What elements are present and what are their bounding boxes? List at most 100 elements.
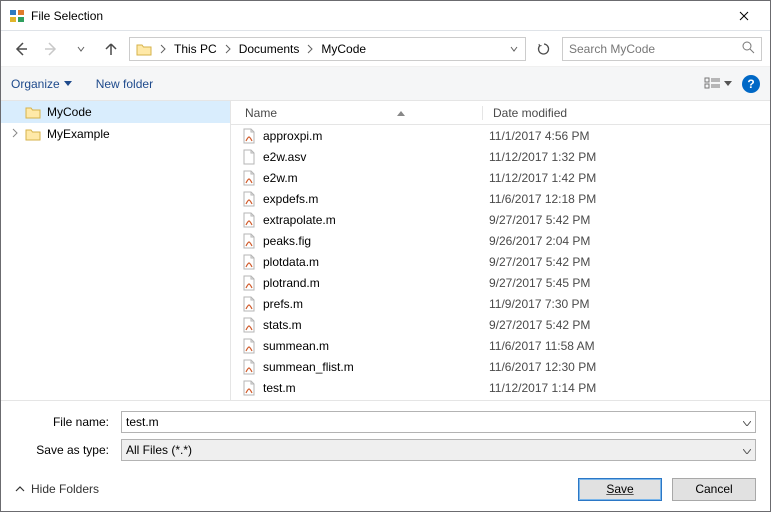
file-name: stats.m — [263, 318, 489, 332]
file-date: 11/12/2017 1:32 PM — [489, 150, 770, 164]
file-icon — [241, 338, 257, 354]
file-date: 9/27/2017 5:42 PM — [489, 213, 770, 227]
file-dialog: File Selection This PC — [0, 0, 771, 512]
file-icon — [241, 317, 257, 333]
search-box[interactable] — [562, 37, 762, 61]
breadcrumb-dropdown[interactable] — [505, 39, 523, 59]
filename-field[interactable] — [121, 411, 756, 433]
up-button[interactable] — [99, 37, 123, 61]
file-date: 11/6/2017 11:58 AM — [489, 339, 770, 353]
back-button[interactable] — [9, 37, 33, 61]
header-name[interactable]: Name — [231, 106, 483, 120]
filename-input[interactable] — [126, 415, 743, 429]
list-item[interactable]: e2w.m11/12/2017 1:42 PM — [231, 167, 770, 188]
save-button[interactable]: Save — [578, 478, 662, 501]
list-item[interactable]: plotrand.m9/27/2017 5:45 PM — [231, 272, 770, 293]
forward-button[interactable] — [39, 37, 63, 61]
list-item[interactable]: summean_flist.m11/6/2017 12:30 PM — [231, 356, 770, 377]
file-date: 11/12/2017 1:14 PM — [489, 381, 770, 395]
file-icon — [241, 212, 257, 228]
crumb-documents[interactable]: Documents — [235, 38, 304, 60]
file-icon — [241, 254, 257, 270]
file-list: Name Date modified approxpi.m11/1/2017 4… — [231, 101, 770, 400]
chevron-down-icon[interactable] — [743, 415, 751, 429]
list-item[interactable]: peaks.fig9/26/2017 2:04 PM — [231, 230, 770, 251]
close-button[interactable] — [724, 5, 764, 27]
save-fields: File name: Save as type: All Files (*.*) — [1, 401, 770, 467]
file-name: extrapolate.m — [263, 213, 489, 227]
file-date: 11/9/2017 7:30 PM — [489, 297, 770, 311]
file-icon — [241, 170, 257, 186]
folder-icon — [25, 105, 41, 119]
file-icon — [241, 275, 257, 291]
file-name: e2w.asv — [263, 150, 489, 164]
cancel-button[interactable]: Cancel — [672, 478, 756, 501]
list-item[interactable]: plotdata.m9/27/2017 5:42 PM — [231, 251, 770, 272]
breadcrumb[interactable]: This PC Documents MyCode — [129, 37, 526, 61]
footer: Hide Folders Save Cancel — [1, 467, 770, 511]
folder-icon — [134, 39, 154, 59]
type-label: Save as type: — [15, 443, 115, 457]
file-name: plotrand.m — [263, 276, 489, 290]
file-date: 9/27/2017 5:42 PM — [489, 318, 770, 332]
crumb-this-pc[interactable]: This PC — [170, 38, 221, 60]
file-icon — [241, 128, 257, 144]
search-input[interactable] — [569, 42, 742, 56]
file-date: 11/1/2017 4:56 PM — [489, 129, 770, 143]
file-name: e2w.m — [263, 171, 489, 185]
sort-asc-icon — [397, 108, 405, 118]
chevron-right-icon[interactable] — [156, 44, 170, 54]
header-date[interactable]: Date modified — [483, 106, 770, 120]
file-name: plotdata.m — [263, 255, 489, 269]
file-date: 11/12/2017 1:42 PM — [489, 171, 770, 185]
file-name: expdefs.m — [263, 192, 489, 206]
list-body[interactable]: approxpi.m11/1/2017 4:56 PMe2w.asv11/12/… — [231, 125, 770, 400]
file-date: 11/6/2017 12:30 PM — [489, 360, 770, 374]
file-name: summean.m — [263, 339, 489, 353]
file-date: 9/26/2017 2:04 PM — [489, 234, 770, 248]
list-item[interactable]: e2w.asv11/12/2017 1:32 PM — [231, 146, 770, 167]
list-item[interactable]: prefs.m11/9/2017 7:30 PM — [231, 293, 770, 314]
recent-dropdown[interactable] — [69, 37, 93, 61]
list-header: Name Date modified — [231, 101, 770, 125]
file-icon — [241, 296, 257, 312]
list-item[interactable]: expdefs.m11/6/2017 12:18 PM — [231, 188, 770, 209]
file-icon — [241, 191, 257, 207]
refresh-button[interactable] — [532, 37, 556, 61]
tree-item-label: MyCode — [47, 105, 92, 119]
tree-item-mycode[interactable]: MyCode — [1, 101, 230, 123]
filename-label: File name: — [15, 415, 115, 429]
toolbar: Organize New folder ? — [1, 67, 770, 101]
type-value: All Files (*.*) — [126, 443, 743, 457]
list-item[interactable]: summean.m11/6/2017 11:58 AM — [231, 335, 770, 356]
file-name: peaks.fig — [263, 234, 489, 248]
organize-menu[interactable]: Organize — [11, 77, 72, 91]
body: MyCode MyExample Name Da — [1, 101, 770, 401]
chevron-right-icon[interactable] — [303, 44, 317, 54]
type-dropdown[interactable]: All Files (*.*) — [121, 439, 756, 461]
expand-icon[interactable] — [11, 128, 19, 141]
nav-row: This PC Documents MyCode — [1, 31, 770, 67]
file-name: test.m — [263, 381, 489, 395]
chevron-down-icon[interactable] — [743, 443, 751, 457]
hide-folders-toggle[interactable]: Hide Folders — [15, 482, 99, 496]
tree-item-myexample[interactable]: MyExample — [1, 123, 230, 145]
new-folder-button[interactable]: New folder — [96, 77, 153, 91]
file-icon — [241, 149, 257, 165]
list-item[interactable]: approxpi.m11/1/2017 4:56 PM — [231, 125, 770, 146]
titlebar: File Selection — [1, 1, 770, 31]
folder-tree[interactable]: MyCode MyExample — [1, 101, 231, 400]
file-name: summean_flist.m — [263, 360, 489, 374]
app-icon — [9, 8, 25, 24]
list-item[interactable]: extrapolate.m9/27/2017 5:42 PM — [231, 209, 770, 230]
help-icon[interactable]: ? — [742, 75, 760, 93]
file-date: 11/6/2017 12:18 PM — [489, 192, 770, 206]
list-item[interactable]: stats.m9/27/2017 5:42 PM — [231, 314, 770, 335]
search-icon — [742, 41, 755, 57]
tree-item-label: MyExample — [47, 127, 110, 141]
list-item[interactable]: test.m11/12/2017 1:14 PM — [231, 377, 770, 398]
crumb-mycode[interactable]: MyCode — [317, 38, 370, 60]
chevron-right-icon[interactable] — [221, 44, 235, 54]
file-date: 9/27/2017 5:42 PM — [489, 255, 770, 269]
view-options[interactable] — [704, 77, 732, 91]
